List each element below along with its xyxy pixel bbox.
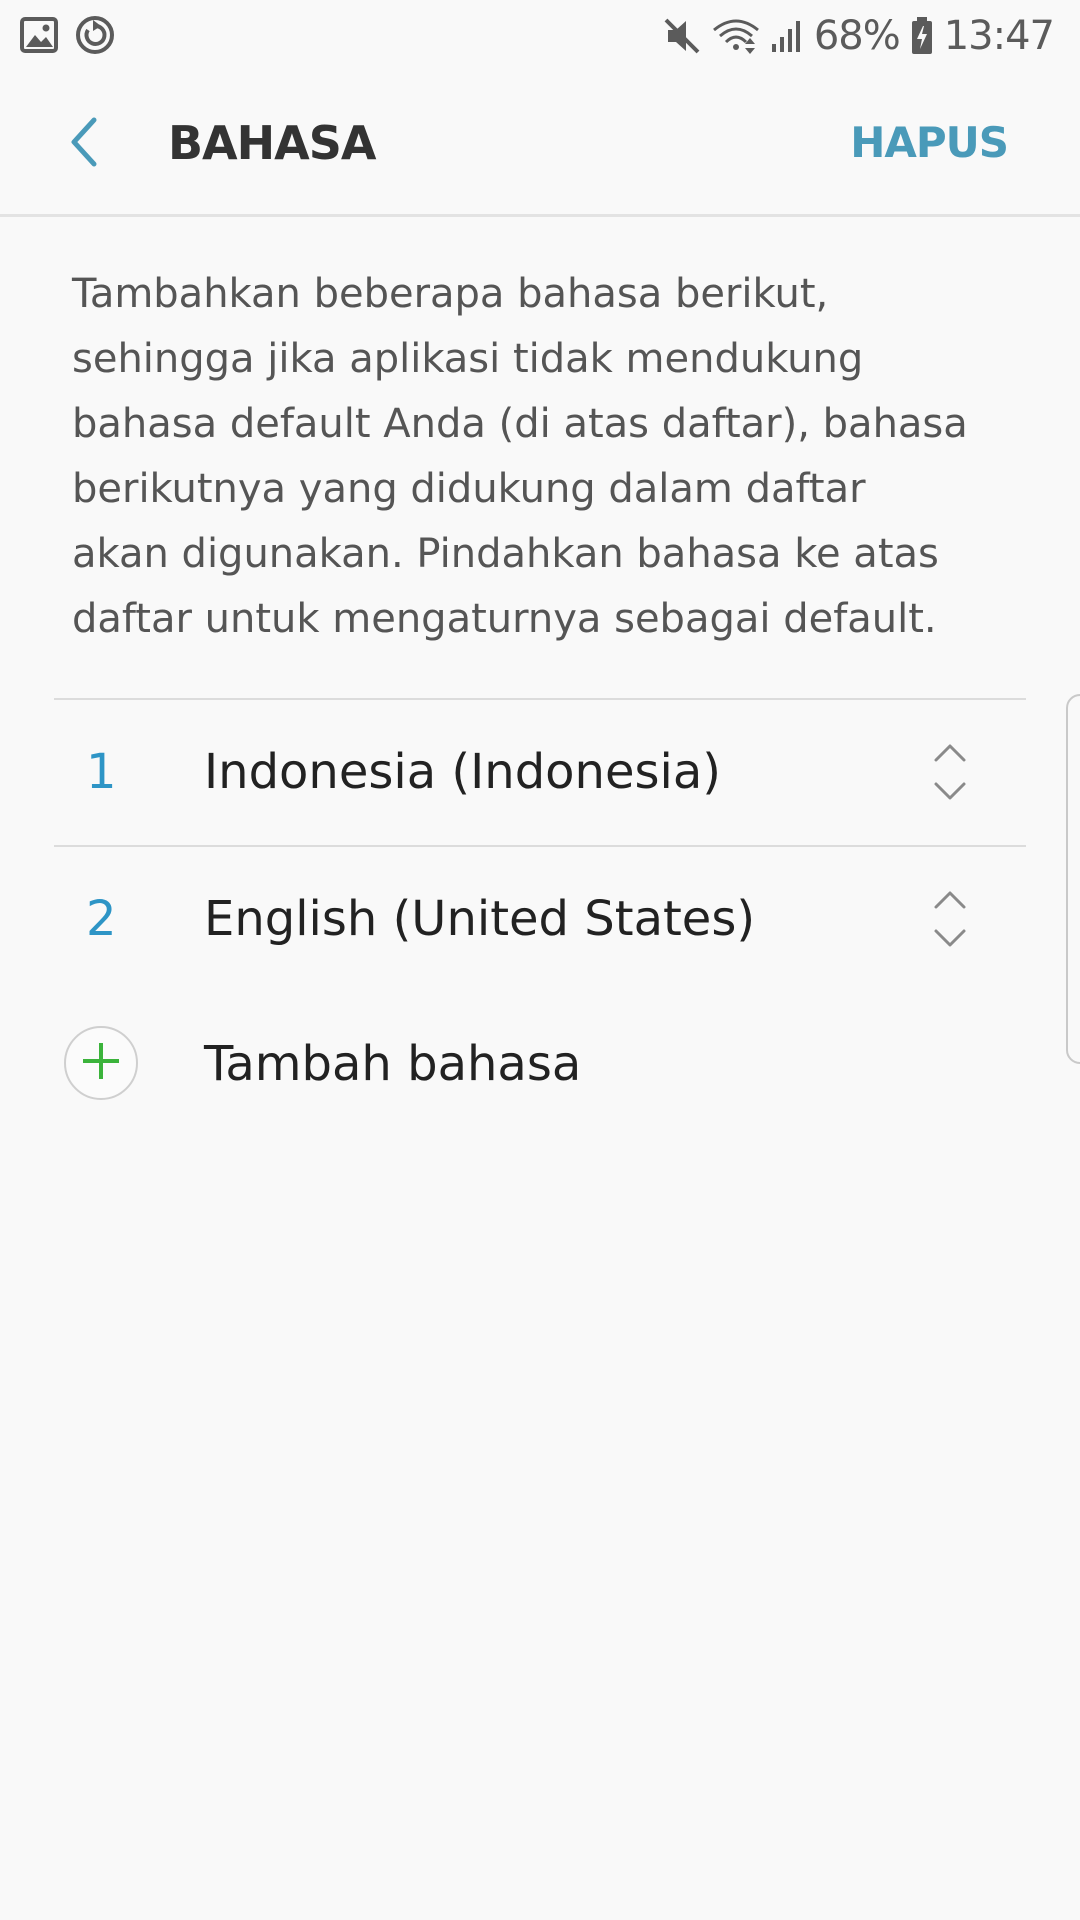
add-language-label: Tambah bahasa xyxy=(204,1036,582,1092)
status-left-icons xyxy=(20,14,116,56)
gallery-icon xyxy=(20,17,58,53)
language-order-number: 2 xyxy=(86,891,117,947)
app-bar: BAHASA HAPUS xyxy=(0,72,1080,217)
edge-panel-handle[interactable] xyxy=(1066,694,1080,1064)
page-title: BAHASA xyxy=(168,116,376,170)
reorder-handle-icon[interactable] xyxy=(930,736,970,808)
battery-icon xyxy=(910,16,934,56)
battery-percent: 68% xyxy=(813,13,901,59)
description-text: Tambahkan beberapa bahasa berikut, sehin… xyxy=(72,271,968,642)
clock: 13:47 xyxy=(943,13,1055,59)
language-name: Indonesia (Indonesia) xyxy=(204,744,721,800)
plus-icon xyxy=(81,1041,121,1086)
status-bar: 68% 13:47 xyxy=(0,0,1080,72)
sync-icon xyxy=(74,14,116,56)
back-button[interactable] xyxy=(52,112,116,176)
add-language-circle xyxy=(64,1026,138,1100)
wifi-icon xyxy=(712,16,760,56)
language-name: English (United States) xyxy=(204,891,756,947)
delete-button[interactable]: HAPUS xyxy=(850,118,1009,167)
signal-icon xyxy=(770,18,804,54)
add-language-button[interactable]: Tambah bahasa xyxy=(54,992,1026,1138)
reorder-handle-icon[interactable] xyxy=(930,883,970,955)
language-order-number: 1 xyxy=(86,744,117,800)
status-right-icons: 68% 13:47 xyxy=(662,10,1055,62)
mute-icon xyxy=(662,16,702,56)
language-item[interactable]: 1 Indonesia (Indonesia) xyxy=(54,698,1026,845)
language-list: 1 Indonesia (Indonesia) 2 English (Unite… xyxy=(54,698,1026,1138)
language-item[interactable]: 2 English (United States) xyxy=(54,845,1026,992)
chevron-left-icon xyxy=(64,114,104,175)
